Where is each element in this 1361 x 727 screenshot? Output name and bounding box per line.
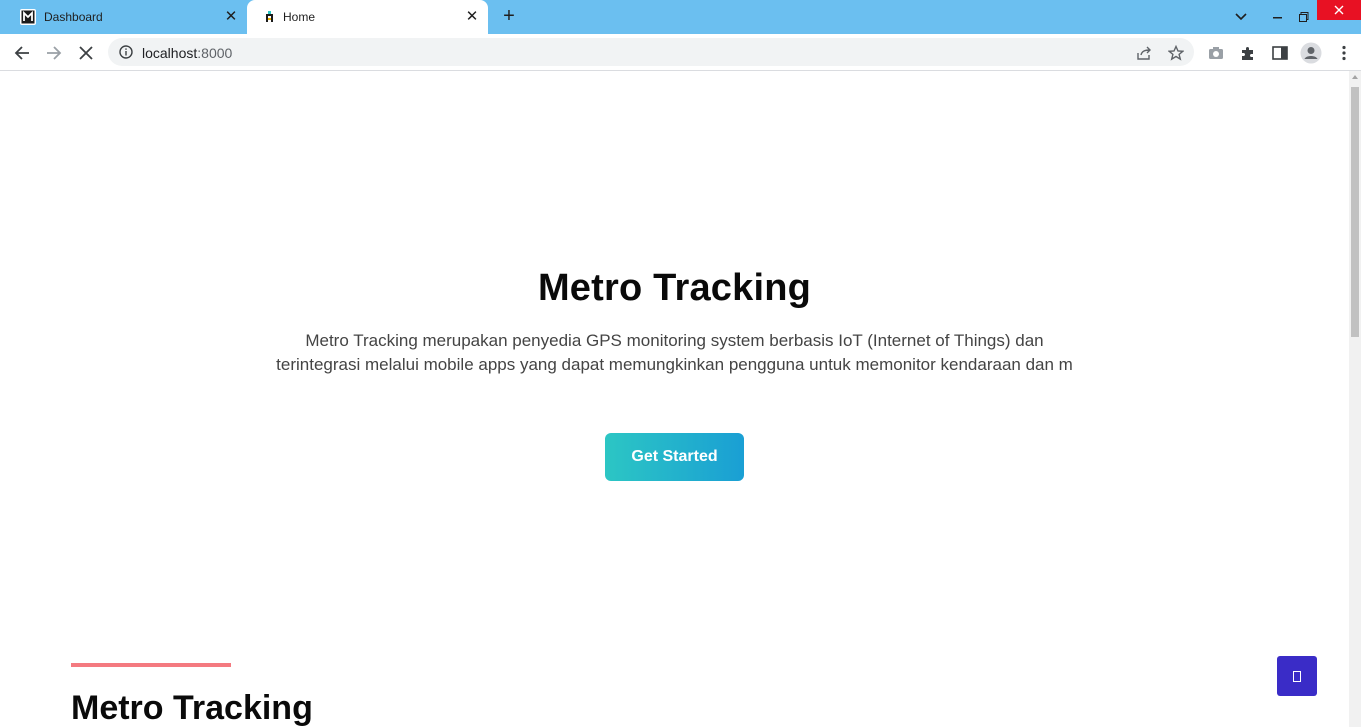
url-text: localhost:8000 [142, 45, 232, 61]
url-host: localhost [142, 45, 198, 61]
restore-window-icon[interactable] [1291, 0, 1317, 34]
close-tab-icon[interactable]: ✕ [464, 9, 480, 25]
puzzle-icon[interactable] [1237, 42, 1259, 64]
tab-label: Home [283, 10, 316, 24]
info-icon[interactable] [119, 45, 133, 59]
side-panel-icon[interactable] [1269, 42, 1291, 64]
kebab-menu-icon[interactable] [1333, 42, 1355, 64]
camera-icon[interactable] [1205, 42, 1227, 64]
profile-icon[interactable] [1300, 42, 1322, 64]
url-port: :8000 [197, 45, 233, 61]
page-scrollbar[interactable] [1349, 71, 1361, 727]
arrow-right-icon[interactable] [43, 42, 65, 64]
floating-action-button[interactable] [1277, 656, 1317, 696]
share-icon[interactable] [1135, 44, 1153, 62]
star-icon[interactable] [1167, 44, 1185, 62]
tab-home[interactable]: Home ✕ [247, 0, 488, 34]
metro-small-icon [266, 11, 273, 22]
hero-title: Metro Tracking [537, 267, 812, 309]
page-viewport: Metro Tracking Metro Tracking merupakan … [0, 71, 1349, 727]
section-title: Metro Tracking [71, 689, 313, 727]
tab-dashboard[interactable]: Dashboard ✕ [0, 0, 247, 34]
hero-description: Metro Tracking merupakan penyedia GPS mo… [276, 331, 1073, 374]
square-icon [1293, 670, 1301, 682]
metro-logo-icon [20, 9, 36, 25]
minimize-window-icon[interactable] [1265, 0, 1291, 34]
tab-label: Dashboard [44, 10, 103, 24]
get-started-button[interactable]: Get Started [605, 433, 744, 481]
new-tab-button[interactable]: + [499, 6, 519, 26]
stop-loading-icon[interactable] [75, 42, 97, 64]
tab-search-chevron-icon[interactable] [1230, 0, 1252, 34]
scrollbar-thumb[interactable] [1351, 87, 1359, 337]
section-accent-bar [71, 663, 231, 667]
browser-toolbar: localhost:8000 [0, 34, 1361, 71]
close-tab-icon[interactable]: ✕ [223, 9, 239, 25]
browser-tab-strip: Dashboard ✕ Home ✕ + [0, 0, 1361, 34]
scroll-up-arrow-icon[interactable] [1352, 75, 1358, 79]
address-bar[interactable]: localhost:8000 [108, 38, 1194, 66]
close-window-button[interactable] [1317, 0, 1361, 20]
arrow-left-icon[interactable] [11, 42, 33, 64]
